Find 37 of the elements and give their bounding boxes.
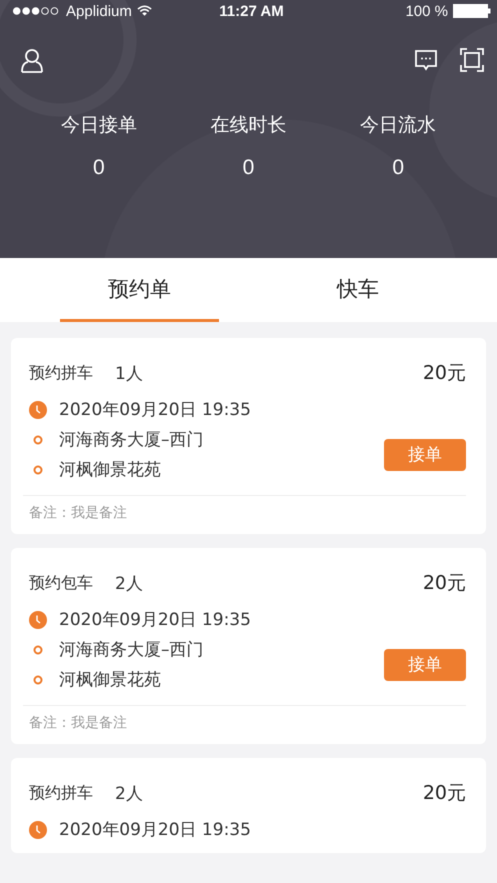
stat-value: 0 [242, 156, 254, 180]
order-price: 20元 [422, 571, 466, 596]
order-note: 备注：我是备注 [23, 495, 466, 522]
order-type: 预约拼车 [29, 362, 93, 384]
stat-label: 今日流水 [360, 113, 436, 138]
order-type: 预约包车 [29, 572, 93, 594]
stat-value: 0 [92, 156, 105, 180]
tab[interactable]: 预约单 [60, 258, 218, 322]
destination-address: 河枫御景花苑 [59, 459, 161, 481]
passenger-count: 2人 [115, 572, 143, 594]
stat-value: 0 [392, 156, 404, 180]
battery-icon [452, 4, 491, 18]
order-price: 20元 [422, 361, 466, 386]
battery-percent: 100 % [405, 2, 448, 20]
stat-label: 今日接单 [60, 113, 137, 138]
order-type: 预约拼车 [29, 782, 93, 804]
carrier-name: Applidium [66, 2, 132, 20]
status-time: 11:27 AM [219, 2, 284, 20]
passenger-count: 2人 [115, 782, 143, 804]
order-price: 20元 [422, 781, 466, 806]
tab[interactable]: 快车 [278, 258, 437, 322]
wifi-icon [136, 5, 152, 17]
order-note: 备注：我是备注 [23, 705, 466, 732]
passenger-count: 1人 [115, 362, 143, 384]
profile-icon[interactable] [20, 48, 44, 74]
destination-address: 河枫御景花苑 [59, 669, 161, 691]
scan-icon[interactable] [460, 48, 484, 72]
clock-icon [29, 610, 47, 628]
clock-icon [29, 820, 47, 838]
pickup-address: 河海商务大厦–西门 [59, 639, 204, 661]
order-time: 2020年09月20日 19:35 [59, 819, 251, 841]
stat-label: 在线时长 [210, 113, 286, 138]
pickup-address: 河海商务大厦–西门 [59, 429, 204, 451]
message-icon[interactable] [414, 48, 438, 72]
order-time: 2020年09月20日 19:35 [59, 399, 251, 421]
clock-icon [29, 400, 47, 418]
order-time: 2020年09月20日 19:35 [59, 609, 251, 631]
